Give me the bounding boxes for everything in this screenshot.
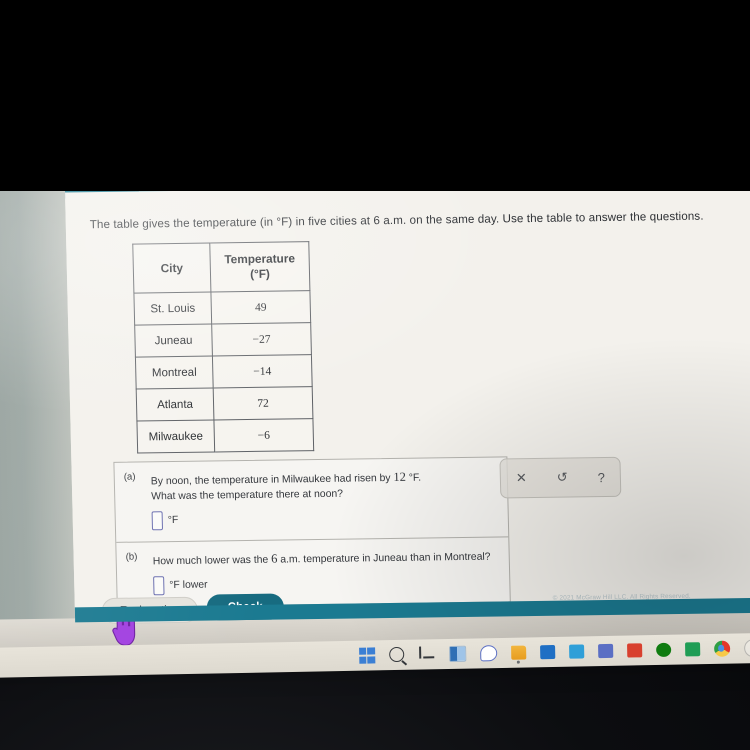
question-prompt: The table gives the temperature (in °F) … [89, 209, 704, 232]
cell-temperature: −6 [213, 418, 314, 452]
exercise-content: The table gives the temperature (in °F) … [65, 182, 750, 646]
office-icon[interactable] [626, 643, 642, 658]
search-icon[interactable] [388, 646, 405, 663]
laptop-screen: The table gives the temperature (in °F) … [0, 138, 750, 670]
question-a-label: (a) [123, 471, 136, 483]
microsoft-store-icon[interactable] [539, 644, 555, 660]
answer-input-b[interactable] [153, 576, 165, 596]
table-row: Montreal −14 [135, 354, 313, 390]
column-header-temperature: Temperature (°F) [209, 241, 310, 293]
questions-panel: (a) By noon, the temperature in Milwauke… [113, 456, 511, 609]
answer-tools: ✕ ↺ ? [499, 456, 622, 499]
question-b-label: (b) [125, 551, 138, 563]
question-a-text-part2: °F. [405, 472, 422, 484]
question-b-text-part2: a.m. temperature in Juneau than in Montr… [277, 551, 491, 566]
cell-city: Milwaukee [136, 419, 215, 454]
teams-icon[interactable] [597, 643, 613, 659]
table-row: Milwaukee −6 [136, 418, 314, 454]
clear-icon[interactable]: ✕ [516, 470, 527, 486]
question-a-answer-row: °F [151, 507, 498, 531]
question-a-text-part1: By noon, the temperature in Milwaukee ha… [150, 472, 394, 488]
circle-app-icon[interactable] [743, 638, 750, 658]
column-header-city: City [132, 243, 211, 294]
cell-city: Montreal [135, 355, 214, 390]
answer-input-a[interactable] [151, 511, 164, 531]
table-row: St. Louis 49 [133, 290, 311, 326]
windows-start-icon[interactable] [358, 647, 375, 664]
answer-unit-a: °F [167, 515, 179, 527]
photo-letterbox-top [0, 0, 750, 191]
chrome-icon[interactable] [713, 640, 730, 657]
green-app-icon[interactable] [684, 642, 700, 657]
help-icon[interactable]: ? [597, 470, 605, 485]
question-a-value: 12 [393, 469, 407, 484]
cell-temperature: 49 [210, 290, 311, 324]
table-row: Atlanta 72 [136, 386, 313, 422]
question-a: (a) By noon, the temperature in Milwauke… [114, 457, 508, 542]
photo-of-laptop-screen: The table gives the temperature (in °F) … [0, 0, 750, 750]
table-header-row: City Temperature (°F) [132, 241, 310, 294]
temperature-table: City Temperature (°F) St. Louis 49 Junea… [132, 241, 315, 454]
cell-temperature: −27 [211, 322, 312, 356]
column-header-temperature-line2: (°F) [249, 266, 271, 281]
cell-city: Atlanta [136, 387, 214, 422]
file-explorer-icon[interactable] [510, 645, 526, 664]
question-b-answer-row: °F lower [153, 572, 499, 596]
screen-left-bezel [0, 148, 77, 670]
question-b-text-part1: How much lower was the [152, 554, 272, 568]
undo-icon[interactable]: ↺ [557, 470, 568, 486]
xbox-icon[interactable] [655, 642, 671, 658]
question-a-text: By noon, the temperature in Milwaukee ha… [151, 467, 498, 505]
cell-temperature: 72 [213, 386, 313, 420]
cell-city: St. Louis [133, 292, 212, 326]
table-row: Juneau −27 [134, 322, 312, 358]
question-b-text: How much lower was the 6 a.m. temperatur… [153, 547, 499, 570]
task-view-icon[interactable] [418, 646, 435, 662]
chat-icon[interactable] [479, 645, 497, 662]
question-a-text-line2: What was the temperature there at noon? [151, 488, 344, 503]
answer-unit-b: °F lower [169, 579, 208, 592]
mail-icon[interactable] [568, 644, 584, 659]
widgets-icon[interactable] [448, 645, 466, 663]
cell-temperature: −14 [212, 354, 313, 388]
column-header-temperature-line1: Temperature [224, 251, 296, 267]
cell-city: Juneau [134, 323, 213, 358]
